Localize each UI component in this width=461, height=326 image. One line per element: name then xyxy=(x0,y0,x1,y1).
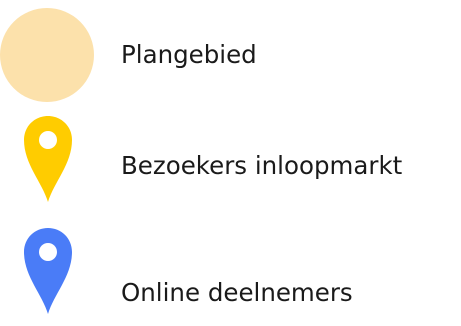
pin-hole xyxy=(39,243,57,261)
legend-item-visitors: Bezoekers inloopmarkt xyxy=(0,110,461,210)
pin-body xyxy=(24,116,72,202)
legend-label-plangebied: Plangebied xyxy=(121,40,257,69)
area-circle-icon xyxy=(0,8,94,102)
yellow-map-pin-icon xyxy=(24,116,72,202)
legend-item-online: Online deelnemers xyxy=(0,222,461,322)
pin-hole xyxy=(39,131,57,149)
blue-map-pin-icon xyxy=(24,228,72,314)
legend-label-online: Online deelnemers xyxy=(121,278,353,307)
pin-body xyxy=(24,228,72,314)
map-legend: Plangebied Bezoekers inloopmarkt Online … xyxy=(0,0,461,326)
legend-label-visitors: Bezoekers inloopmarkt xyxy=(121,151,403,180)
legend-item-plangebied: Plangebied xyxy=(0,0,461,102)
